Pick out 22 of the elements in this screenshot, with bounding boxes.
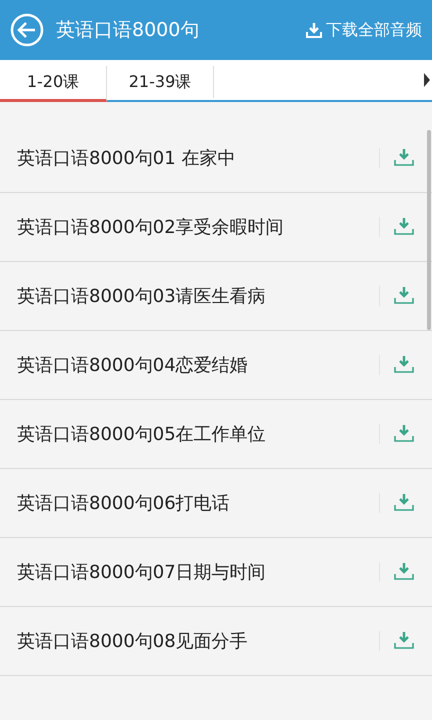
download-icon[interactable] — [379, 148, 414, 168]
download-icon[interactable] — [379, 424, 414, 444]
lesson-title[interactable]: 英语口语8000句07日期与时间 — [17, 560, 379, 584]
back-icon[interactable] — [10, 13, 44, 47]
download-icon — [306, 22, 322, 38]
lesson-title[interactable]: 英语口语8000句01 在家中 — [17, 146, 379, 170]
download-icon[interactable] — [379, 286, 414, 306]
lesson-title[interactable]: 英语口语8000句08见面分手 — [17, 629, 379, 653]
download-icon[interactable] — [379, 631, 414, 651]
tab[interactable]: 1-20课 — [0, 66, 107, 102]
download-icon[interactable] — [379, 493, 414, 513]
download-icon[interactable] — [379, 562, 414, 582]
download-icon[interactable] — [379, 355, 414, 375]
page-title: 英语口语8000句 — [56, 18, 200, 43]
lesson-title[interactable]: 英语口语8000句05在工作单位 — [17, 422, 379, 446]
lesson-title[interactable]: 英语口语8000句04恋爱结婚 — [17, 353, 379, 377]
triangle-icon[interactable] — [424, 73, 430, 87]
scrollbar[interactable] — [427, 130, 431, 330]
lesson-title[interactable]: 英语口语8000句06打电话 — [17, 491, 379, 515]
lesson-title[interactable]: 英语口语8000句02享受余暇时间 — [17, 215, 379, 239]
download-icon[interactable] — [379, 217, 414, 237]
lesson-title[interactable]: 英语口语8000句03请医生看病 — [17, 284, 379, 308]
